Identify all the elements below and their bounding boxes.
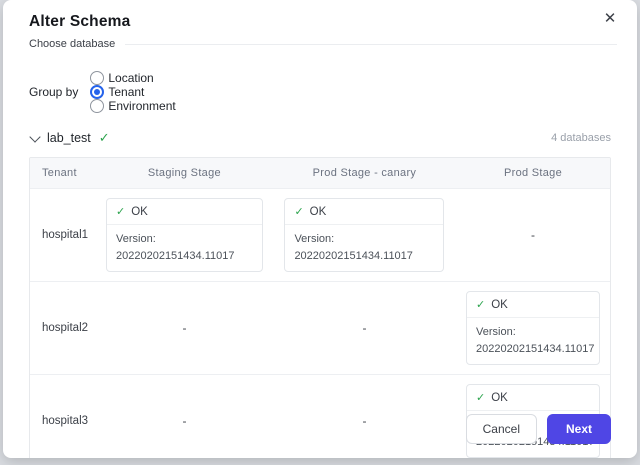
column-header-staging-stage: Staging Stage bbox=[96, 158, 273, 188]
radio-icon[interactable] bbox=[90, 85, 104, 99]
table-row-hospital2: hospital2--✓OKVersion:20220202151434.110… bbox=[30, 282, 610, 375]
version-info: Version:20220202151434.11017 bbox=[285, 225, 443, 271]
status-card: ✓ OK Version:20220202151434.11017 bbox=[466, 291, 600, 365]
radio-label: Environment bbox=[108, 99, 175, 113]
version-label: Version: bbox=[294, 231, 434, 248]
version-value: 20220202151434.11017 bbox=[294, 248, 434, 265]
status-label: OK bbox=[491, 299, 508, 311]
check-icon: ✓ bbox=[294, 205, 303, 218]
version-label: Version: bbox=[116, 231, 253, 248]
column-header-prod-stage: Prod Stage bbox=[456, 158, 610, 188]
stage-cell-status: ✓ OK Version:20220202151434.11017 bbox=[96, 189, 273, 281]
group-by-row: Group by LocationTenantEnvironment bbox=[29, 71, 611, 113]
modal-title: Alter Schema bbox=[29, 13, 611, 31]
radio-label: Tenant bbox=[108, 85, 144, 99]
status-card-header: ✓ OK bbox=[285, 199, 443, 225]
status-card-header: ✓ OK bbox=[467, 292, 599, 318]
status-card: ✓ OK Version:20220202151434.11017 bbox=[284, 198, 444, 272]
next-button[interactable]: Next bbox=[547, 414, 611, 444]
database-group-name: lab_test bbox=[47, 131, 91, 145]
version-value: 20220202151434.11017 bbox=[116, 248, 253, 265]
database-count: 4 databases bbox=[551, 132, 611, 144]
cancel-button[interactable]: Cancel bbox=[466, 414, 537, 444]
group-by-label: Group by bbox=[29, 85, 78, 99]
check-icon: ✓ bbox=[476, 298, 485, 311]
column-header-tenant: Tenant bbox=[30, 158, 96, 188]
tenant-cell: hospital2 bbox=[30, 282, 96, 374]
modal-header: Alter Schema Choose database ✕ bbox=[3, 0, 637, 50]
radio-option-tenant[interactable]: Tenant bbox=[90, 85, 175, 99]
table-row-hospital1: hospital1✓OKVersion:20220202151434.11017… bbox=[30, 189, 610, 282]
close-icon[interactable]: ✕ bbox=[599, 7, 621, 29]
chevron-down-icon[interactable] bbox=[29, 131, 40, 142]
modal-subtitle: Choose database bbox=[29, 38, 115, 50]
check-icon: ✓ bbox=[116, 205, 125, 218]
stage-cell-empty: - bbox=[273, 282, 456, 374]
radio-label: Location bbox=[108, 71, 153, 85]
status-label: OK bbox=[131, 206, 148, 218]
alter-schema-modal: Alter Schema Choose database ✕ Group by … bbox=[3, 0, 637, 458]
database-group-row[interactable]: lab_test ✓ 4 databases bbox=[29, 130, 611, 146]
subtitle-row: Choose database bbox=[29, 38, 611, 50]
modal-footer: Cancel Next bbox=[3, 400, 637, 458]
stage-cell-status: ✓ OK Version:20220202151434.11017 bbox=[273, 189, 456, 281]
version-value: 20220202151434.11017 bbox=[476, 341, 590, 358]
version-info: Version:20220202151434.11017 bbox=[107, 225, 262, 271]
column-header-prod-stage-canary: Prod Stage - canary bbox=[273, 158, 456, 188]
status-label: OK bbox=[310, 206, 327, 218]
stage-cell-empty: - bbox=[456, 189, 610, 281]
radio-option-environment[interactable]: Environment bbox=[90, 99, 175, 113]
table-header-row: TenantStaging StageProd Stage - canaryPr… bbox=[30, 158, 610, 189]
version-info: Version:20220202151434.11017 bbox=[467, 318, 599, 364]
stage-cell-status: ✓ OK Version:20220202151434.11017 bbox=[456, 282, 610, 374]
stage-cell-empty: - bbox=[96, 282, 273, 374]
status-card: ✓ OK Version:20220202151434.11017 bbox=[106, 198, 263, 272]
group-by-options: LocationTenantEnvironment bbox=[90, 71, 185, 113]
tenant-cell: hospital1 bbox=[30, 189, 96, 281]
check-icon: ✓ bbox=[99, 130, 110, 146]
subtitle-divider bbox=[125, 44, 617, 45]
status-card-header: ✓ OK bbox=[107, 199, 262, 225]
radio-option-location[interactable]: Location bbox=[90, 71, 175, 85]
version-label: Version: bbox=[476, 324, 590, 341]
radio-icon[interactable] bbox=[90, 99, 104, 113]
radio-icon[interactable] bbox=[90, 71, 104, 85]
